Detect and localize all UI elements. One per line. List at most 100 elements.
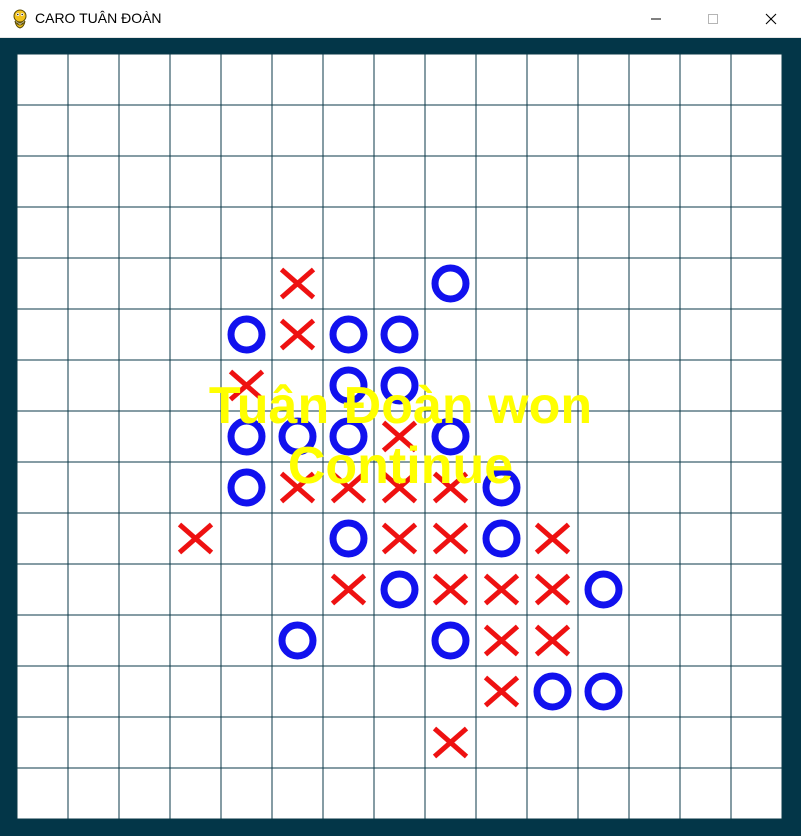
board-cell[interactable] (322, 104, 375, 157)
board-cell[interactable] (16, 716, 69, 769)
board-cell[interactable] (628, 512, 681, 565)
board-cell[interactable] (373, 716, 426, 769)
board-cell[interactable] (679, 716, 732, 769)
board-cell[interactable] (526, 53, 579, 106)
board-cell[interactable] (67, 767, 120, 820)
board-cell[interactable] (475, 257, 528, 310)
board-cell[interactable] (679, 767, 732, 820)
board-cell[interactable] (628, 665, 681, 718)
board-cell[interactable] (67, 257, 120, 310)
board-cell[interactable] (67, 665, 120, 718)
board-cell[interactable] (322, 614, 375, 667)
board-cell[interactable] (577, 104, 630, 157)
board-cell[interactable] (169, 257, 222, 310)
board-cell[interactable] (730, 155, 783, 208)
board-cell[interactable] (118, 512, 171, 565)
board-cell[interactable] (730, 512, 783, 565)
board-cell[interactable] (679, 53, 732, 106)
board-cell[interactable] (118, 257, 171, 310)
board-cell[interactable] (730, 53, 783, 106)
board-cell[interactable] (526, 206, 579, 259)
board-cell[interactable] (67, 104, 120, 157)
board-cell[interactable] (118, 155, 171, 208)
board-cell[interactable] (628, 614, 681, 667)
board-cell[interactable] (16, 155, 69, 208)
board-cell[interactable] (16, 665, 69, 718)
board-cell[interactable] (628, 716, 681, 769)
board-cell[interactable] (67, 716, 120, 769)
board-cell[interactable] (118, 308, 171, 361)
board-cell[interactable] (118, 53, 171, 106)
board-cell[interactable] (271, 767, 324, 820)
board-cell[interactable] (220, 563, 273, 616)
board-cell[interactable] (475, 206, 528, 259)
board-cell[interactable] (16, 308, 69, 361)
board-cell[interactable] (577, 206, 630, 259)
board-cell[interactable] (118, 665, 171, 718)
board-cell[interactable] (322, 257, 375, 310)
board-cell[interactable] (730, 614, 783, 667)
board-cell[interactable] (628, 257, 681, 310)
board-cell[interactable] (628, 767, 681, 820)
board-cell[interactable] (730, 257, 783, 310)
board-cell[interactable] (16, 104, 69, 157)
board-cell[interactable] (118, 206, 171, 259)
board-cell[interactable] (118, 104, 171, 157)
board-cell[interactable] (730, 206, 783, 259)
board-cell[interactable] (679, 665, 732, 718)
close-button[interactable] (742, 0, 800, 38)
board-cell[interactable] (424, 53, 477, 106)
board-cell[interactable] (271, 563, 324, 616)
board-cell[interactable] (424, 308, 477, 361)
board-cell[interactable] (271, 104, 324, 157)
board-cell[interactable] (67, 308, 120, 361)
board-cell[interactable] (16, 257, 69, 310)
board-cell[interactable] (526, 155, 579, 208)
minimize-button[interactable] (627, 0, 685, 38)
board-cell[interactable] (169, 104, 222, 157)
board-cell[interactable] (373, 104, 426, 157)
board-cell[interactable] (730, 716, 783, 769)
board-cell[interactable] (67, 155, 120, 208)
board-cell[interactable] (679, 206, 732, 259)
board-cell[interactable] (220, 257, 273, 310)
board-cell[interactable] (118, 614, 171, 667)
board-cell[interactable] (271, 206, 324, 259)
board-cell[interactable] (577, 257, 630, 310)
board-cell[interactable] (475, 53, 528, 106)
board-cell[interactable] (628, 155, 681, 208)
board-cell[interactable] (373, 614, 426, 667)
board-cell[interactable] (169, 563, 222, 616)
board-cell[interactable] (67, 53, 120, 106)
board-cell[interactable] (577, 155, 630, 208)
board-cell[interactable] (628, 104, 681, 157)
board-cell[interactable] (730, 104, 783, 157)
board-cell[interactable] (67, 512, 120, 565)
board-cell[interactable] (373, 155, 426, 208)
board-cell[interactable] (373, 53, 426, 106)
board-cell[interactable] (475, 767, 528, 820)
board-cell[interactable] (679, 104, 732, 157)
board-cell[interactable] (628, 53, 681, 106)
board-cell[interactable] (169, 614, 222, 667)
board-cell[interactable] (475, 155, 528, 208)
board-cell[interactable] (373, 767, 426, 820)
board-cell[interactable] (730, 665, 783, 718)
board-cell[interactable] (577, 53, 630, 106)
board-cell[interactable] (271, 716, 324, 769)
board-cell[interactable] (220, 206, 273, 259)
board-cell[interactable] (271, 53, 324, 106)
board-cell[interactable] (424, 665, 477, 718)
board-cell[interactable] (628, 563, 681, 616)
board-cell[interactable] (169, 308, 222, 361)
board-cell[interactable] (322, 665, 375, 718)
board-cell[interactable] (373, 257, 426, 310)
board-cell[interactable] (322, 206, 375, 259)
board-cell[interactable] (67, 614, 120, 667)
board-cell[interactable] (118, 716, 171, 769)
board-cell[interactable] (424, 206, 477, 259)
board-cell[interactable] (424, 155, 477, 208)
board-cell[interactable] (577, 716, 630, 769)
board-cell[interactable] (730, 563, 783, 616)
board-cell[interactable] (373, 665, 426, 718)
